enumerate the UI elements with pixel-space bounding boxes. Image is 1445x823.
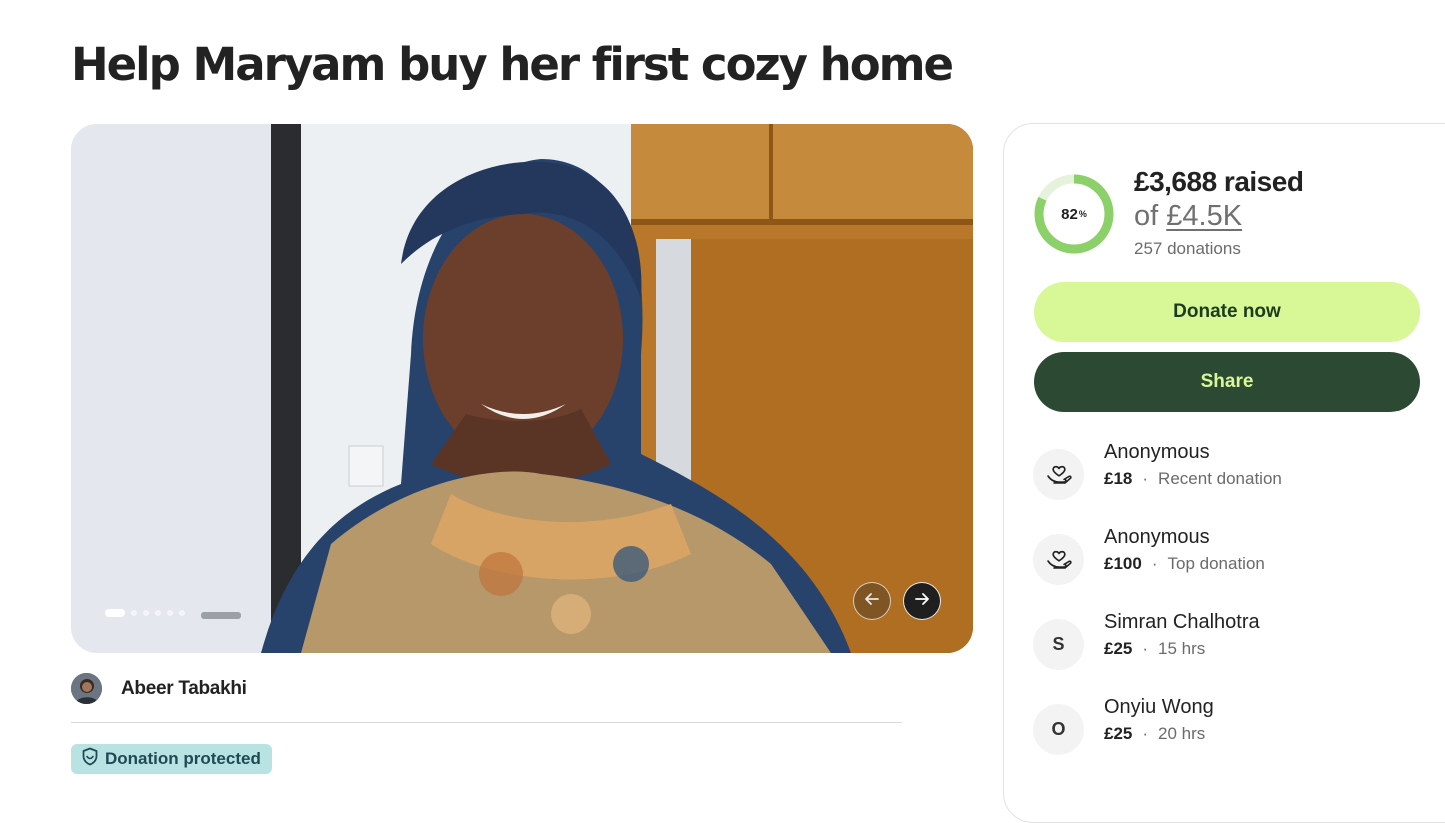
donor-meta: £100 · Top donation xyxy=(1104,554,1265,574)
heart-hand-icon xyxy=(1033,534,1084,585)
campaign-photo xyxy=(71,124,973,653)
separator: · xyxy=(1142,639,1149,658)
carousel-dot[interactable] xyxy=(167,610,173,616)
goal-amount-link[interactable]: £4.5K xyxy=(1166,200,1242,232)
donor-meta: £18 · Recent donation xyxy=(1104,469,1282,489)
carousel-dot[interactable] xyxy=(179,610,185,616)
donor-name: Anonymous xyxy=(1104,526,1210,548)
amount-raised: £3,688 raised xyxy=(1134,166,1304,197)
separator: · xyxy=(1151,554,1158,573)
shield-icon xyxy=(81,747,99,771)
donation-note: Recent donation xyxy=(1158,469,1282,488)
progress-percent-sign: % xyxy=(1078,209,1087,219)
organizer: Abeer Tabakhi xyxy=(71,673,247,704)
carousel-dot[interactable] xyxy=(155,610,161,616)
donor-meta: £25 · 20 hrs xyxy=(1104,724,1205,744)
arrow-left-icon xyxy=(863,590,881,613)
donation-protected-badge[interactable]: Donation protected xyxy=(71,744,272,774)
donation-amount: £100 xyxy=(1104,554,1142,573)
avatar[interactable] xyxy=(71,673,102,704)
goal: of £4.5K xyxy=(1134,200,1242,233)
donor-initial-avatar: S xyxy=(1033,619,1084,670)
carousel-prev-button[interactable] xyxy=(853,582,891,620)
separator: · xyxy=(1142,469,1149,488)
donor-name: Anonymous xyxy=(1104,441,1210,463)
donor-name: Onyiu Wong xyxy=(1104,696,1214,718)
campaign-photo-carousel[interactable] xyxy=(71,124,973,653)
carousel-dots xyxy=(105,609,185,617)
donation-amount: £18 xyxy=(1104,469,1133,488)
carousel-dot[interactable] xyxy=(131,610,137,616)
carousel-dot-active[interactable] xyxy=(105,609,125,617)
divider xyxy=(71,722,902,723)
donation-note: 15 hrs xyxy=(1158,639,1206,658)
carousel-dot[interactable] xyxy=(143,610,149,616)
arrow-right-icon xyxy=(913,590,931,613)
donate-now-button[interactable]: Donate now xyxy=(1034,282,1420,342)
progress-percent-number: 82 xyxy=(1061,205,1078,223)
donor-meta: £25 · 15 hrs xyxy=(1104,639,1205,659)
share-button[interactable]: Share xyxy=(1034,352,1420,412)
donor-initial-avatar: O xyxy=(1033,704,1084,755)
carousel-next-button[interactable] xyxy=(903,582,941,620)
donation-amount: £25 xyxy=(1104,639,1133,658)
goal-prefix: of xyxy=(1134,200,1159,232)
donation-note: 20 hrs xyxy=(1158,724,1206,743)
donor-name: Simran Chalhotra xyxy=(1104,611,1260,633)
donation-count: 257 donations xyxy=(1134,239,1241,258)
separator: · xyxy=(1142,724,1149,743)
progress-percent: 82% xyxy=(1033,173,1115,255)
organizer-name[interactable]: Abeer Tabakhi xyxy=(121,678,247,700)
page-title: Help Maryam buy her first cozy home xyxy=(71,38,954,91)
badge-label: Donation protected xyxy=(105,749,261,768)
donation-amount: £25 xyxy=(1104,724,1133,743)
donation-note: Top donation xyxy=(1167,554,1265,573)
heart-hand-icon xyxy=(1033,449,1084,500)
